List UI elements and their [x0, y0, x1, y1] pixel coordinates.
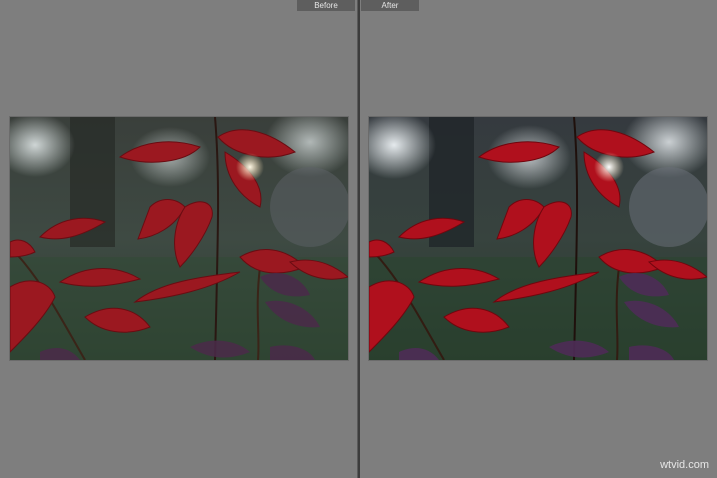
watermark-text: wtvid.com	[660, 459, 709, 471]
after-label: After	[361, 0, 419, 11]
before-photo	[10, 117, 348, 360]
before-label: Before	[297, 0, 355, 11]
before-photo-image	[10, 117, 348, 360]
after-photo	[369, 117, 707, 360]
split-divider[interactable]	[357, 0, 360, 478]
before-after-viewer: Before After wtvid.com	[0, 0, 717, 478]
after-photo-image	[369, 117, 707, 360]
